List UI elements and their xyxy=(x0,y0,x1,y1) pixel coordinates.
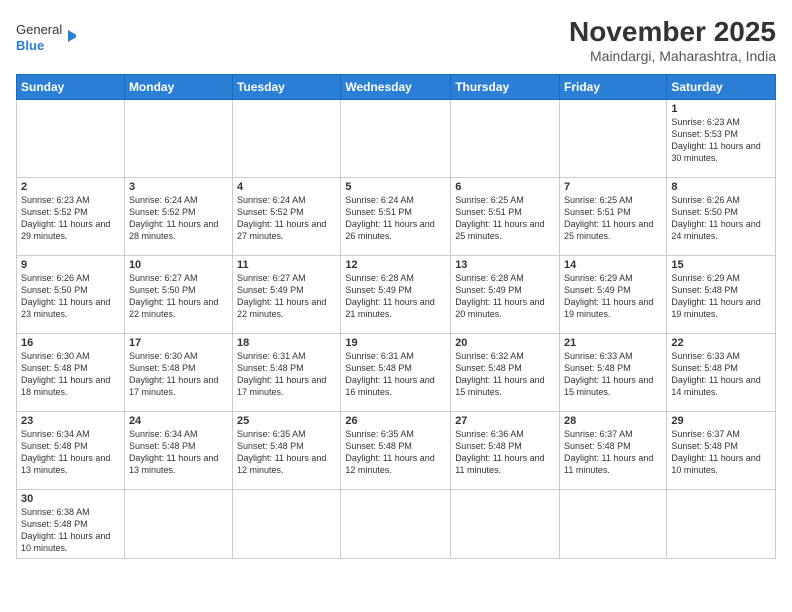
day-20: 20 Sunrise: 6:32 AM Sunset: 5:48 PM Dayl… xyxy=(451,334,560,412)
svg-text:General: General xyxy=(16,22,62,37)
day-23: 23 Sunrise: 6:34 AM Sunset: 5:48 PM Dayl… xyxy=(17,412,125,490)
day-30: 30 Sunrise: 6:38 AM Sunset: 5:48 PM Dayl… xyxy=(17,490,125,559)
day-5: 5 Sunrise: 6:24 AM Sunset: 5:51 PM Dayli… xyxy=(341,178,451,256)
day-4: 4 Sunrise: 6:24 AM Sunset: 5:52 PM Dayli… xyxy=(233,178,341,256)
day-10: 10 Sunrise: 6:27 AM Sunset: 5:50 PM Dayl… xyxy=(124,256,232,334)
week-row-4: 16 Sunrise: 6:30 AM Sunset: 5:48 PM Dayl… xyxy=(17,334,776,412)
location: Maindargi, Maharashtra, India xyxy=(569,48,776,64)
day-9: 9 Sunrise: 6:26 AM Sunset: 5:50 PM Dayli… xyxy=(17,256,125,334)
day-11: 11 Sunrise: 6:27 AM Sunset: 5:49 PM Dayl… xyxy=(233,256,341,334)
day-13: 13 Sunrise: 6:28 AM Sunset: 5:49 PM Dayl… xyxy=(451,256,560,334)
day-19: 19 Sunrise: 6:31 AM Sunset: 5:48 PM Dayl… xyxy=(341,334,451,412)
day-2: 2 Sunrise: 6:23 AM Sunset: 5:52 PM Dayli… xyxy=(17,178,125,256)
empty-cell xyxy=(341,490,451,559)
day-29: 29 Sunrise: 6:37 AM Sunset: 5:48 PM Dayl… xyxy=(667,412,776,490)
day-14: 14 Sunrise: 6:29 AM Sunset: 5:49 PM Dayl… xyxy=(560,256,667,334)
empty-cell xyxy=(341,100,451,178)
header-thursday: Thursday xyxy=(451,75,560,100)
svg-text:Blue: Blue xyxy=(16,38,44,53)
empty-cell xyxy=(451,490,560,559)
weekday-header-row: Sunday Monday Tuesday Wednesday Thursday… xyxy=(17,75,776,100)
day-17: 17 Sunrise: 6:30 AM Sunset: 5:48 PM Dayl… xyxy=(124,334,232,412)
week-row-3: 9 Sunrise: 6:26 AM Sunset: 5:50 PM Dayli… xyxy=(17,256,776,334)
day-6: 6 Sunrise: 6:25 AM Sunset: 5:51 PM Dayli… xyxy=(451,178,560,256)
day-28: 28 Sunrise: 6:37 AM Sunset: 5:48 PM Dayl… xyxy=(560,412,667,490)
header-tuesday: Tuesday xyxy=(233,75,341,100)
day-26: 26 Sunrise: 6:35 AM Sunset: 5:48 PM Dayl… xyxy=(341,412,451,490)
empty-cell xyxy=(124,490,232,559)
day-24: 24 Sunrise: 6:34 AM Sunset: 5:48 PM Dayl… xyxy=(124,412,232,490)
calendar-table: Sunday Monday Tuesday Wednesday Thursday… xyxy=(16,74,776,559)
day-15: 15 Sunrise: 6:29 AM Sunset: 5:48 PM Dayl… xyxy=(667,256,776,334)
title-block: November 2025 Maindargi, Maharashtra, In… xyxy=(569,16,776,64)
day-3: 3 Sunrise: 6:24 AM Sunset: 5:52 PM Dayli… xyxy=(124,178,232,256)
calendar-page: General Blue November 2025 Maindargi, Ma… xyxy=(0,0,792,612)
day-18: 18 Sunrise: 6:31 AM Sunset: 5:48 PM Dayl… xyxy=(233,334,341,412)
week-row-5: 23 Sunrise: 6:34 AM Sunset: 5:48 PM Dayl… xyxy=(17,412,776,490)
day-7: 7 Sunrise: 6:25 AM Sunset: 5:51 PM Dayli… xyxy=(560,178,667,256)
day-8: 8 Sunrise: 6:26 AM Sunset: 5:50 PM Dayli… xyxy=(667,178,776,256)
week-row-1: 1 Sunrise: 6:23 AM Sunset: 5:53 PM Dayli… xyxy=(17,100,776,178)
header-saturday: Saturday xyxy=(667,75,776,100)
week-row-2: 2 Sunrise: 6:23 AM Sunset: 5:52 PM Dayli… xyxy=(17,178,776,256)
header-friday: Friday xyxy=(560,75,667,100)
day-21: 21 Sunrise: 6:33 AM Sunset: 5:48 PM Dayl… xyxy=(560,334,667,412)
day-12: 12 Sunrise: 6:28 AM Sunset: 5:49 PM Dayl… xyxy=(341,256,451,334)
day-22: 22 Sunrise: 6:33 AM Sunset: 5:48 PM Dayl… xyxy=(667,334,776,412)
empty-cell xyxy=(17,100,125,178)
generalblue-icon: General Blue xyxy=(16,16,76,60)
day-16: 16 Sunrise: 6:30 AM Sunset: 5:48 PM Dayl… xyxy=(17,334,125,412)
header-sunday: Sunday xyxy=(17,75,125,100)
day-27: 27 Sunrise: 6:36 AM Sunset: 5:48 PM Dayl… xyxy=(451,412,560,490)
header-monday: Monday xyxy=(124,75,232,100)
month-title: November 2025 xyxy=(569,16,776,48)
header-wednesday: Wednesday xyxy=(341,75,451,100)
empty-cell xyxy=(451,100,560,178)
empty-cell xyxy=(560,100,667,178)
day-1: 1 Sunrise: 6:23 AM Sunset: 5:53 PM Dayli… xyxy=(667,100,776,178)
empty-cell xyxy=(233,100,341,178)
empty-cell xyxy=(233,490,341,559)
empty-cell xyxy=(667,490,776,559)
week-row-6: 30 Sunrise: 6:38 AM Sunset: 5:48 PM Dayl… xyxy=(17,490,776,559)
header: General Blue November 2025 Maindargi, Ma… xyxy=(16,16,776,64)
empty-cell xyxy=(124,100,232,178)
empty-cell xyxy=(560,490,667,559)
logo: General Blue xyxy=(16,16,76,60)
day-25: 25 Sunrise: 6:35 AM Sunset: 5:48 PM Dayl… xyxy=(233,412,341,490)
